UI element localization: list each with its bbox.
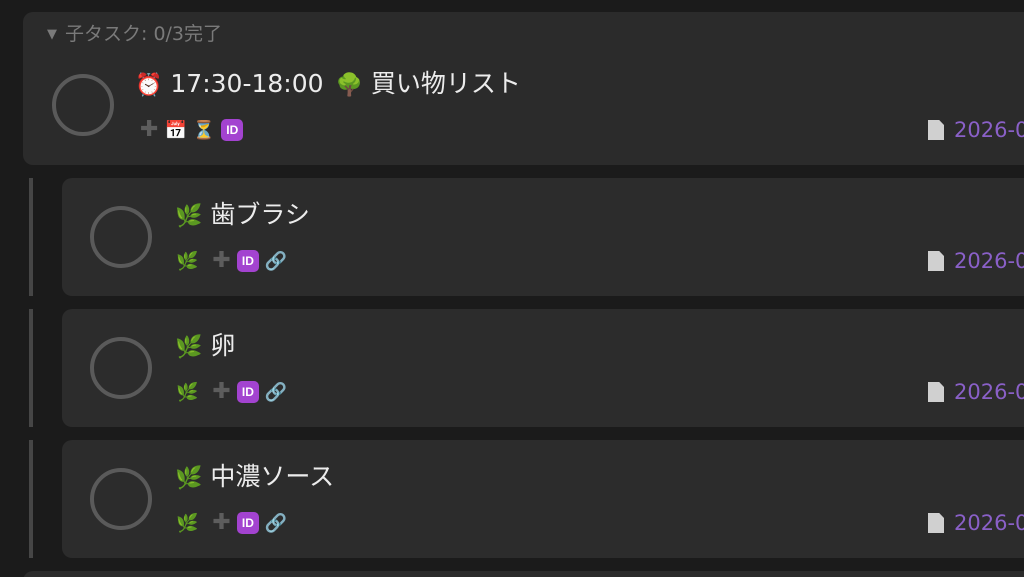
tree-icon: 🌳 [335, 73, 363, 98]
parent-task-date[interactable]: 2026-0 [928, 117, 1024, 143]
herb-icon: 🌿 [176, 512, 199, 534]
link-icon[interactable]: 🔗 [265, 513, 287, 534]
document-icon [928, 382, 944, 402]
child-task-date[interactable]: 2026-0 [928, 379, 1024, 405]
child-task-title[interactable]: 🌿 歯ブラシ [175, 199, 310, 233]
herb-icon: 🌿 [175, 466, 203, 491]
collapse-triangle-icon[interactable]: ▼ [47, 27, 57, 42]
child-task-checkbox[interactable] [90, 337, 152, 399]
child-task-meta: 🌿 ✚ ID 🔗 [176, 248, 287, 274]
parent-task-title[interactable]: ⏰ 17:30-18:00 🌳 買い物リスト [135, 68, 521, 102]
child-task-meta: 🌿 ✚ ID 🔗 [176, 379, 287, 405]
parent-task-checkbox[interactable] [52, 74, 114, 136]
herb-icon: 🌿 [176, 381, 199, 403]
id-badge-icon[interactable]: ID [236, 512, 259, 534]
child-task-date-text: 2026-0 [954, 380, 1024, 404]
child-task-checkbox[interactable] [90, 468, 152, 530]
link-icon[interactable]: 🔗 [265, 251, 287, 272]
parent-task-title-text: 買い物リスト [370, 69, 521, 98]
child-task-title-text: 歯ブラシ [210, 200, 310, 229]
hourglass-icon[interactable]: ⏳ [193, 120, 215, 141]
child-task-checkbox[interactable] [90, 206, 152, 268]
parent-task-meta: ✚ 📅 ⏳ ID [140, 117, 244, 143]
subtasks-progress-label: 子タスク: 0/3完了 [65, 23, 223, 45]
child-task-date[interactable]: 2026-0 [928, 248, 1024, 274]
calendar-icon[interactable]: 📅 [164, 120, 186, 141]
indent-guide [29, 178, 33, 296]
subtasks-section-header[interactable]: ▼ 子タスク: 0/3完了 [47, 22, 222, 46]
add-icon[interactable]: ✚ [212, 512, 230, 534]
child-task-title[interactable]: 🌿 中濃ソース [175, 461, 334, 495]
indent-guide [29, 440, 33, 558]
child-task-date-text: 2026-0 [954, 249, 1024, 273]
alarm-clock-icon: ⏰ [135, 73, 163, 98]
child-task-title[interactable]: 🌿 卵 [175, 330, 235, 364]
parent-task-date-text: 2026-0 [954, 118, 1024, 142]
child-task-title-text: 卵 [210, 331, 236, 360]
task-list-view: ▼ 子タスク: 0/3完了 ⏰ 17:30-18:00 🌳 買い物リスト ✚ 📅 ⏳ … [0, 0, 1024, 577]
add-icon[interactable]: ✚ [140, 119, 158, 141]
child-task-meta: 🌿 ✚ ID 🔗 [176, 510, 287, 536]
child-task-card[interactable] [62, 440, 1024, 558]
document-icon [928, 120, 944, 140]
add-icon[interactable]: ✚ [212, 381, 230, 403]
indent-guide [29, 309, 33, 427]
child-task-date-text: 2026-0 [954, 511, 1024, 535]
parent-task-time: 17:30-18:00 [170, 69, 324, 98]
id-badge-icon[interactable]: ID [221, 119, 244, 141]
next-task-card-edge [23, 571, 1024, 577]
id-badge-icon[interactable]: ID [236, 381, 259, 403]
herb-icon: 🌿 [175, 204, 203, 229]
herb-icon: 🌿 [176, 250, 199, 272]
child-task-date[interactable]: 2026-0 [928, 510, 1024, 536]
document-icon [928, 513, 944, 533]
document-icon [928, 251, 944, 271]
link-icon[interactable]: 🔗 [265, 382, 287, 403]
child-task-card[interactable] [62, 309, 1024, 427]
id-badge-icon[interactable]: ID [236, 250, 259, 272]
herb-icon: 🌿 [175, 335, 203, 360]
child-task-card[interactable] [62, 178, 1024, 296]
child-task-title-text: 中濃ソース [210, 462, 335, 491]
add-icon[interactable]: ✚ [212, 250, 230, 272]
